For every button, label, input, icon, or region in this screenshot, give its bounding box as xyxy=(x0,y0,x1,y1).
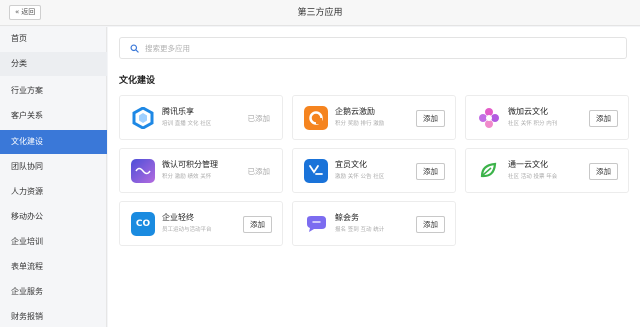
sidebar-item-hr[interactable]: 人力资源 xyxy=(0,180,107,204)
search-icon xyxy=(130,43,139,53)
sidebar-item-training[interactable]: 企业培训 xyxy=(0,230,107,254)
app-name: 通一云文化 xyxy=(508,160,548,169)
add-button[interactable]: 添加 xyxy=(589,110,618,127)
app-card[interactable]: 宜员文化 激励 关怀 公告 社区 添加 xyxy=(292,148,456,193)
sidebar-item-team[interactable]: 团队协同 xyxy=(0,155,107,179)
sidebar-item-label: 文化建设 xyxy=(11,137,43,146)
app-tags: 报名 签到 互动 统计 xyxy=(335,227,385,233)
tencent-lexiang-logo-icon xyxy=(131,106,155,130)
weijia-culture-logo-icon xyxy=(477,106,501,130)
app-name: 微认可积分管理 xyxy=(162,160,218,169)
section-title: 文化建设 xyxy=(119,76,156,86)
app-tags: 激励 关怀 公告 社区 xyxy=(335,174,385,180)
app-name: 企鹅云激励 xyxy=(335,107,375,116)
tongyi-culture-logo-icon xyxy=(477,159,501,183)
app-card[interactable]: 微认可积分管理 积分 激励 绩效 关怀 已添加 xyxy=(119,148,283,193)
sidebar-item-label: 移动办公 xyxy=(11,212,43,221)
search-input[interactable] xyxy=(145,43,445,53)
page-title: 第三方应用 xyxy=(297,8,343,18)
app-card[interactable]: 企鹅云激励 积分 奖励 排行 激励 添加 xyxy=(292,95,456,140)
added-status: 已添加 xyxy=(247,114,271,123)
sidebar-item-label: 客户关系 xyxy=(11,111,43,120)
app-tags: 社区 活动 投票 年会 xyxy=(508,174,558,180)
sidebar-item-label: 表单流程 xyxy=(11,262,43,271)
app-card[interactable]: 腾讯乐享 培训 直播 文化 社区 已添加 xyxy=(119,95,283,140)
app-name: 腾讯乐享 xyxy=(162,107,194,116)
app-name: 微加云文化 xyxy=(508,107,548,116)
sidebar: 首页 分类 行业方案 客户关系 文化建设 团队协同 人力资源 移动办公 企业培训… xyxy=(0,27,107,327)
add-button[interactable]: 添加 xyxy=(243,216,272,233)
main-content: 文化建设 腾讯乐享 培训 直播 文化 社区 已添加 企鹅云激励 积分 奖励 排行… xyxy=(108,27,640,327)
app-name: 鲸会务 xyxy=(335,213,359,222)
yiyuan-culture-logo-icon xyxy=(304,159,328,183)
add-button[interactable]: 添加 xyxy=(589,163,618,180)
app-tags: 培训 直播 文化 社区 xyxy=(162,121,212,127)
sidebar-item-label: 人力资源 xyxy=(11,187,43,196)
app-name: 企业轻终 xyxy=(162,213,194,222)
add-button[interactable]: 添加 xyxy=(416,163,445,180)
jing-meeting-logo-icon xyxy=(304,212,328,236)
sidebar-item-home[interactable]: 首页 xyxy=(0,27,107,51)
sidebar-item-culture[interactable]: 文化建设 xyxy=(0,130,107,154)
add-button[interactable]: 添加 xyxy=(416,216,445,233)
co-logo-icon: CO xyxy=(131,212,155,236)
app-card[interactable]: 通一云文化 社区 活动 投票 年会 添加 xyxy=(465,148,629,193)
sidebar-item-industry[interactable]: 行业方案 xyxy=(0,79,107,103)
sidebar-item-label: 行业方案 xyxy=(11,86,43,95)
sidebar-item-category[interactable]: 分类 xyxy=(0,52,107,76)
app-card[interactable]: 鲸会务 报名 签到 互动 统计 添加 xyxy=(292,201,456,246)
app-name: 宜员文化 xyxy=(335,160,367,169)
add-button[interactable]: 添加 xyxy=(416,110,445,127)
sidebar-item-mobile[interactable]: 移动办公 xyxy=(0,205,107,229)
app-tags: 积分 激励 绩效 关怀 xyxy=(162,174,212,180)
sidebar-item-forms[interactable]: 表单流程 xyxy=(0,255,107,279)
app-tags: 积分 奖励 排行 激励 xyxy=(335,121,385,127)
app-card[interactable]: CO 企业轻终 员工运动与活动平台 添加 xyxy=(119,201,283,246)
sidebar-item-label: 财务报销 xyxy=(11,312,43,321)
added-status: 已添加 xyxy=(247,167,271,176)
app-tags: 社区 关怀 积分 内刊 xyxy=(508,121,558,127)
title-bar: « 返回 第三方应用 xyxy=(0,0,640,26)
sidebar-item-finance[interactable]: 财务报销 xyxy=(0,305,107,327)
weirenke-logo-icon xyxy=(131,159,155,183)
sidebar-item-customer[interactable]: 客户关系 xyxy=(0,104,107,128)
sidebar-item-label: 企业培训 xyxy=(11,237,43,246)
sidebar-item-services[interactable]: 企业服务 xyxy=(0,280,107,304)
qie-incentive-logo-icon xyxy=(304,106,328,130)
sidebar-item-label: 分类 xyxy=(11,59,27,68)
sidebar-item-label: 团队协同 xyxy=(11,162,43,171)
sidebar-item-label: 企业服务 xyxy=(11,287,43,296)
app-card[interactable]: 微加云文化 社区 关怀 积分 内刊 添加 xyxy=(465,95,629,140)
search-bar[interactable] xyxy=(119,37,627,59)
sidebar-item-label: 首页 xyxy=(11,34,27,43)
app-tags: 员工运动与活动平台 xyxy=(162,227,212,233)
